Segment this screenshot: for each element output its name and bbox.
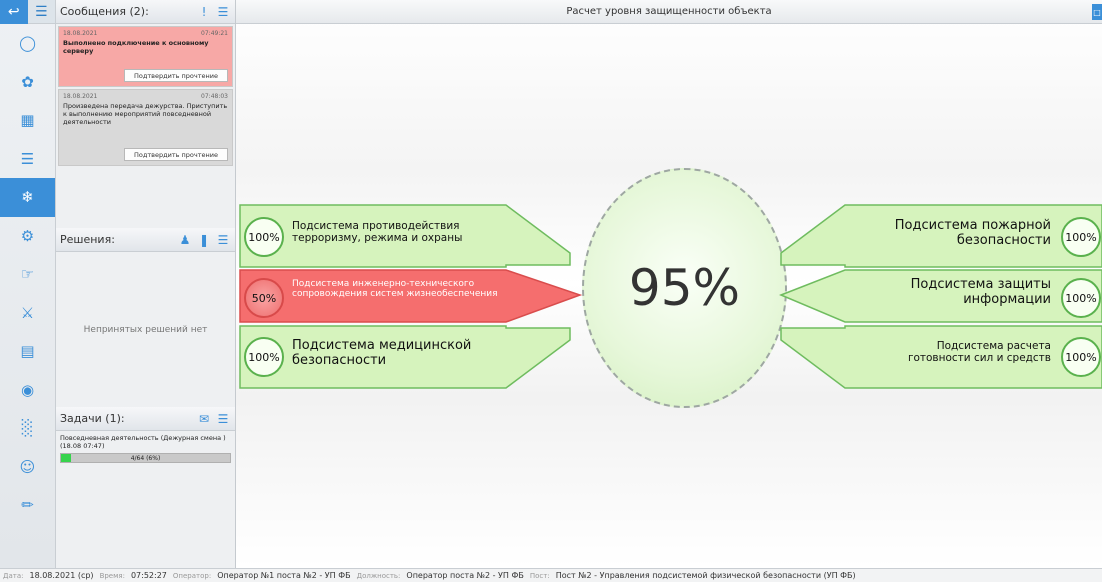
- rail-item-globe[interactable]: ❄: [0, 178, 55, 217]
- comment-icon[interactable]: ✉: [196, 411, 212, 427]
- tasks-list: Повседневная деятельность (Дежурная смен…: [56, 431, 235, 466]
- subsystem-percent: 100%: [1061, 278, 1101, 318]
- post-label: Пост:: [529, 571, 550, 580]
- message-text: Произведена передача дежурства. Приступи…: [63, 102, 228, 126]
- subsystem-percent: 100%: [244, 217, 284, 257]
- list-icon[interactable]: ☰: [215, 411, 231, 427]
- post-value: Пост №2 - Управления подсистемой физичес…: [555, 571, 856, 580]
- decisions-title: Решения:: [60, 233, 115, 246]
- subsystem-percent: 100%: [244, 337, 284, 377]
- subsystem-percent: 50%: [244, 278, 284, 318]
- confirm-read-button[interactable]: Подтвердить прочтение: [124, 69, 228, 82]
- subsystem-right-3[interactable]: Подсистема расчета готовности сил и сред…: [780, 325, 1102, 389]
- subsystem-percent: 100%: [1061, 217, 1101, 257]
- people-icon[interactable]: ♟: [177, 232, 193, 248]
- rail-item-document[interactable]: ▤: [0, 332, 55, 371]
- side-panels: Сообщения (2): ! ☰ 18.08.2021 07:49:21 Вы…: [56, 0, 236, 568]
- subsystem-right-1[interactable]: Подсистема пожарной безопасности 100%: [780, 204, 1102, 268]
- page-title: Расчет уровня защищенности объекта: [566, 6, 772, 17]
- messages-title: Сообщения (2):: [60, 5, 149, 18]
- list-icon[interactable]: ☰: [215, 4, 231, 20]
- people-network-icon: ⚙: [20, 226, 35, 245]
- message-text: Выполнено подключение к основному сервер…: [63, 39, 209, 55]
- app-window: ↩ ☰ ◯ ✿ ▦ ☰ ❄ ⚙ ☞ ⚔ ▤ ◉ ░ ☺ ✏ Сообщения …: [0, 0, 1102, 582]
- messages-list: 18.08.2021 07:49:21 Выполнено подключение…: [56, 24, 235, 204]
- pause-icon[interactable]: ❚: [196, 232, 212, 248]
- pen-icon: ✏: [21, 496, 34, 515]
- subsystem-name: Подсистема расчета готовности сил и сред…: [907, 340, 1051, 364]
- expand-icon[interactable]: □: [1092, 4, 1102, 20]
- message-item: 18.08.2021 07:48:03 Произведена передача …: [58, 89, 233, 166]
- touch-icon: ☞: [20, 265, 35, 284]
- status-bar: Дата: 18.08.2021 (ср) Время: 07:52:27 Оп…: [0, 568, 1102, 582]
- task-progress-label: 4/64 (6%): [130, 454, 161, 462]
- rail-item-network[interactable]: ✿: [0, 63, 55, 102]
- rail-item-touch[interactable]: ☞: [0, 255, 55, 294]
- rail-item-gamepad[interactable]: ◯: [0, 24, 55, 63]
- messages-header: Сообщения (2): ! ☰: [56, 0, 235, 24]
- panel-spacer: [56, 204, 235, 228]
- rail-item-camera[interactable]: ⚔: [0, 294, 55, 333]
- operator-label: Оператор:: [172, 571, 212, 580]
- rail-item-sphere[interactable]: ◉: [0, 371, 55, 410]
- total-score-circle: 95%: [582, 168, 787, 408]
- subsystem-percent: 100%: [1061, 337, 1101, 377]
- time-label: Время:: [99, 571, 125, 580]
- subsystem-name: Подсистема защиты информации: [910, 277, 1051, 307]
- subsystem-left-2[interactable]: 50% Подсистема инженерно-технического со…: [239, 269, 583, 323]
- list-icon[interactable]: ☰: [215, 232, 231, 248]
- alert-icon[interactable]: !: [196, 4, 212, 20]
- subsystem-right-2[interactable]: Подсистема защиты информации 100%: [779, 269, 1102, 323]
- date-value: 18.08.2021 (ср): [29, 571, 94, 580]
- subsystem-name: Подсистема противодействия терроризму, р…: [292, 220, 463, 244]
- rail-item-gas-mask[interactable]: ☺: [0, 448, 55, 487]
- subsystem-left-1[interactable]: 100% Подсистема противодействия террориз…: [239, 204, 571, 268]
- task-item[interactable]: Повседневная деятельность (Дежурная смен…: [60, 434, 231, 450]
- equipment-icon: ▦: [20, 111, 35, 130]
- network-icon: ✿: [21, 72, 34, 91]
- gamepad-icon: ◯: [19, 34, 36, 53]
- rail-item-bar-chart[interactable]: ░: [0, 409, 55, 448]
- back-icon[interactable]: ↩: [0, 0, 28, 24]
- page-title-bar: Расчет уровня защищенности объекта □: [236, 0, 1102, 24]
- operator-value: Оператор №1 поста №2 - УП ФБ: [217, 571, 351, 580]
- tasks-title: Задачи (1):: [60, 412, 125, 425]
- document-icon: ▤: [20, 342, 35, 361]
- subsystem-name: Подсистема медицинской безопасности: [292, 338, 472, 368]
- message-time: 07:48:03: [201, 93, 228, 100]
- decisions-header: Решения: ♟ ❚ ☰: [56, 228, 235, 252]
- rail-item-pen[interactable]: ✏: [0, 486, 55, 525]
- gas-mask-icon: ☺: [19, 457, 36, 476]
- subsystem-name: Подсистема инженерно-технического сопров…: [292, 279, 498, 299]
- subsystem-left-3[interactable]: 100% Подсистема медицинской безопасности: [239, 325, 571, 389]
- message-date: 18.08.2021: [63, 30, 98, 37]
- icon-rail: ↩ ☰ ◯ ✿ ▦ ☰ ❄ ⚙ ☞ ⚔ ▤ ◉ ░ ☺ ✏: [0, 0, 56, 568]
- task-progress-bar: 4/64 (6%): [60, 453, 231, 463]
- position-value: Оператор поста №2 - УП ФБ: [406, 571, 524, 580]
- message-item: 18.08.2021 07:49:21 Выполнено подключение…: [58, 26, 233, 87]
- confirm-read-button[interactable]: Подтвердить прочтение: [124, 148, 228, 161]
- date-label: Дата:: [3, 571, 24, 580]
- sphere-icon: ◉: [20, 380, 35, 399]
- message-time: 07:49:21: [201, 30, 228, 37]
- rail-item-equipment[interactable]: ▦: [0, 101, 55, 140]
- bar-chart-icon: ░: [21, 419, 34, 438]
- decisions-empty-text: Непринятых решений нет: [83, 324, 208, 335]
- message-date: 18.08.2021: [63, 93, 98, 100]
- layers-icon: ☰: [20, 149, 35, 168]
- menu-icon[interactable]: ☰: [28, 0, 56, 24]
- tasks-header: Задачи (1): ✉ ☰: [56, 407, 235, 431]
- main-area: Расчет уровня защищенности объекта □ 100…: [236, 0, 1102, 568]
- rail-toolbar: ↩ ☰: [0, 0, 55, 24]
- position-label: Должность:: [356, 571, 401, 580]
- subsystem-name: Подсистема пожарной безопасности: [894, 218, 1051, 248]
- globe-icon: ❄: [21, 188, 34, 207]
- rail-item-people-network[interactable]: ⚙: [0, 217, 55, 256]
- rail-item-layers[interactable]: ☰: [0, 140, 55, 179]
- time-value: 07:52:27: [130, 571, 167, 580]
- camera-icon: ⚔: [20, 303, 35, 322]
